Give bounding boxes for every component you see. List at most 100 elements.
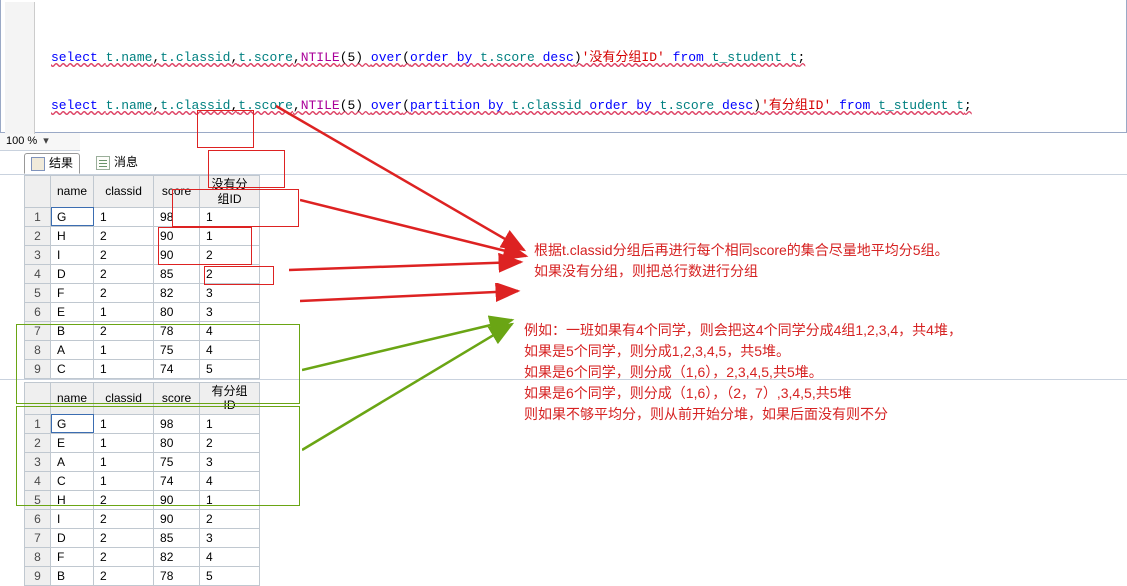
cell-score[interactable]: 75 [154, 452, 200, 471]
table-row[interactable]: 4D2852 [25, 264, 260, 283]
cell-score[interactable]: 75 [154, 340, 200, 359]
cell-group[interactable]: 3 [200, 528, 260, 547]
cell-name[interactable]: F [51, 283, 94, 302]
table-row[interactable]: 6I2902 [25, 509, 260, 528]
zoom-dropdown[interactable]: 100 %▾ [0, 133, 80, 151]
cell-classid[interactable]: 1 [94, 471, 154, 490]
cell-score[interactable]: 98 [154, 207, 200, 226]
cell-score[interactable]: 85 [154, 528, 200, 547]
cell-group[interactable]: 2 [200, 264, 260, 283]
table-row[interactable]: 8A1754 [25, 340, 260, 359]
cell-score[interactable]: 82 [154, 283, 200, 302]
cell-score[interactable]: 74 [154, 471, 200, 490]
cell-score[interactable]: 80 [154, 302, 200, 321]
cell-name[interactable]: I [51, 245, 94, 264]
table-row[interactable]: 9C1745 [25, 359, 260, 378]
cell-classid[interactable]: 2 [94, 509, 154, 528]
cell-classid[interactable]: 1 [94, 207, 154, 226]
cell-group[interactable]: 3 [200, 302, 260, 321]
cell-name[interactable]: H [51, 226, 94, 245]
cell-name[interactable]: E [51, 433, 94, 452]
cell-score[interactable]: 78 [154, 321, 200, 340]
cell-classid[interactable]: 2 [94, 226, 154, 245]
cell-group[interactable]: 1 [200, 207, 260, 226]
cell-classid[interactable]: 2 [94, 245, 154, 264]
col-score[interactable]: score [154, 176, 200, 208]
cell-group[interactable]: 4 [200, 471, 260, 490]
cell-score[interactable]: 90 [154, 226, 200, 245]
cell-group[interactable]: 1 [200, 490, 260, 509]
cell-group[interactable]: 4 [200, 340, 260, 359]
table-row[interactable]: 1G1981 [25, 207, 260, 226]
cell-score[interactable]: 74 [154, 359, 200, 378]
cell-name[interactable]: I [51, 509, 94, 528]
cell-name[interactable]: B [51, 321, 94, 340]
cell-classid[interactable]: 1 [94, 302, 154, 321]
cell-name[interactable]: H [51, 490, 94, 509]
col-classid[interactable]: classid [94, 176, 154, 208]
cell-name[interactable]: B [51, 566, 94, 585]
cell-name[interactable]: D [51, 264, 94, 283]
cell-group[interactable]: 3 [200, 452, 260, 471]
cell-group[interactable]: 2 [200, 509, 260, 528]
table-row[interactable]: 2E1802 [25, 433, 260, 452]
table-row[interactable]: 4C1744 [25, 471, 260, 490]
grid-with-partition[interactable]: name classid score 有分组ID 1G19812E18023A1… [24, 382, 260, 586]
col-group[interactable]: 有分组ID [200, 382, 260, 414]
col-score[interactable]: score [154, 382, 200, 414]
cell-classid[interactable]: 2 [94, 566, 154, 585]
table-row[interactable]: 5F2823 [25, 283, 260, 302]
col-group[interactable]: 没有分组ID [200, 176, 260, 208]
cell-classid[interactable]: 2 [94, 283, 154, 302]
cell-score[interactable]: 80 [154, 433, 200, 452]
cell-name[interactable]: G [51, 207, 94, 226]
cell-classid[interactable]: 1 [94, 340, 154, 359]
cell-classid[interactable]: 2 [94, 547, 154, 566]
table-row[interactable]: 3A1753 [25, 452, 260, 471]
cell-classid[interactable]: 1 [94, 433, 154, 452]
table-row[interactable]: 1G1981 [25, 414, 260, 433]
grid-no-partition[interactable]: name classid score 没有分组ID 1G19812H29013I… [24, 175, 260, 379]
sql-editor[interactable]: select t.name,t.classid,t.score,NTILE(5)… [0, 0, 1127, 133]
cell-group[interactable]: 2 [200, 245, 260, 264]
cell-group[interactable]: 2 [200, 433, 260, 452]
cell-name[interactable]: C [51, 471, 94, 490]
table-row[interactable]: 3I2902 [25, 245, 260, 264]
cell-classid[interactable]: 1 [94, 359, 154, 378]
cell-name[interactable]: C [51, 359, 94, 378]
table-row[interactable]: 5H2901 [25, 490, 260, 509]
cell-score[interactable]: 90 [154, 509, 200, 528]
cell-score[interactable]: 90 [154, 490, 200, 509]
table-row[interactable]: 2H2901 [25, 226, 260, 245]
cell-group[interactable]: 3 [200, 283, 260, 302]
table-row[interactable]: 9B2785 [25, 566, 260, 585]
tab-messages[interactable]: 消息 [90, 153, 144, 171]
cell-classid[interactable]: 2 [94, 528, 154, 547]
cell-classid[interactable]: 2 [94, 321, 154, 340]
cell-group[interactable]: 5 [200, 359, 260, 378]
cell-group[interactable]: 4 [200, 321, 260, 340]
cell-group[interactable]: 1 [200, 226, 260, 245]
cell-name[interactable]: A [51, 452, 94, 471]
cell-score[interactable]: 98 [154, 414, 200, 433]
cell-score[interactable]: 90 [154, 245, 200, 264]
cell-name[interactable]: G [51, 414, 94, 433]
cell-classid[interactable]: 1 [94, 414, 154, 433]
col-name[interactable]: name [51, 382, 94, 414]
col-classid[interactable]: classid [94, 382, 154, 414]
cell-name[interactable]: E [51, 302, 94, 321]
cell-group[interactable]: 1 [200, 414, 260, 433]
cell-score[interactable]: 85 [154, 264, 200, 283]
cell-score[interactable]: 78 [154, 566, 200, 585]
cell-group[interactable]: 4 [200, 547, 260, 566]
cell-name[interactable]: F [51, 547, 94, 566]
table-row[interactable]: 7D2853 [25, 528, 260, 547]
cell-classid[interactable]: 2 [94, 490, 154, 509]
cell-classid[interactable]: 2 [94, 264, 154, 283]
tab-results[interactable]: 结果 [24, 153, 80, 173]
col-name[interactable]: name [51, 176, 94, 208]
table-row[interactable]: 8F2824 [25, 547, 260, 566]
cell-group[interactable]: 5 [200, 566, 260, 585]
cell-classid[interactable]: 1 [94, 452, 154, 471]
cell-score[interactable]: 82 [154, 547, 200, 566]
